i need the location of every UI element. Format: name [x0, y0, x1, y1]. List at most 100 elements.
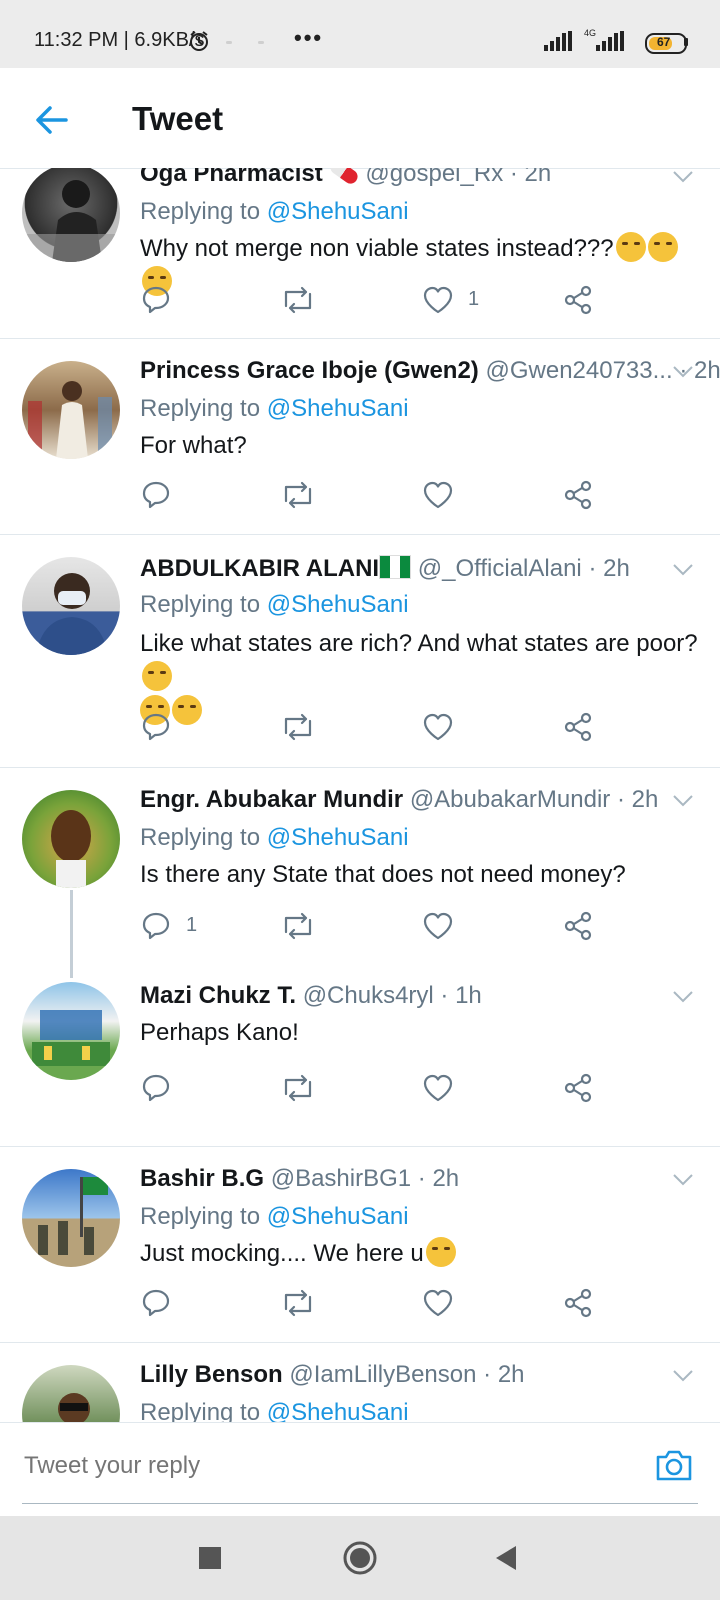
- avatar[interactable]: [22, 557, 120, 655]
- avatar[interactable]: [22, 168, 120, 262]
- reply-button[interactable]: [140, 284, 172, 318]
- replying-prefix: Replying to: [140, 824, 261, 851]
- author-handle: @_OfficialAlani: [417, 555, 582, 582]
- notification-dot-icon: [258, 41, 264, 44]
- square-icon: [199, 1547, 221, 1569]
- heart-icon: [423, 713, 453, 741]
- tweet-item[interactable]: Lilly Benson @IamLillyBenson · 2h Replyi…: [0, 1343, 720, 1422]
- author-name[interactable]: Princess Grace Iboje (Gwen2): [140, 357, 479, 384]
- back-button[interactable]: [30, 98, 74, 142]
- tweet-header: Engr. Abubakar Mundir @AbubakarMundir · …: [140, 786, 658, 814]
- network-type-label: 4G: [584, 28, 597, 38]
- chevron-down-icon[interactable]: [672, 170, 694, 184]
- avatar[interactable]: [22, 982, 120, 1080]
- retweet-button[interactable]: [280, 711, 316, 745]
- mention-link[interactable]: @ShehuSani: [267, 1203, 409, 1230]
- tweet-time: · 2h: [588, 555, 630, 582]
- like-button[interactable]: [422, 284, 454, 318]
- tweet-item[interactable]: Bashir B.G @BashirBG1 · 2h Replying to @…: [0, 1147, 720, 1343]
- reply-button[interactable]: [140, 1287, 172, 1321]
- back-nav-button[interactable]: [494, 1544, 518, 1577]
- author-handle: @IamLillyBenson: [289, 1361, 477, 1388]
- avatar[interactable]: [22, 361, 120, 459]
- reply-button[interactable]: [140, 910, 172, 944]
- reply-feed[interactable]: Oga Pharmacist @gospel_Rx · 2h Replying …: [0, 168, 720, 1422]
- author-name[interactable]: Mazi Chukz T.: [140, 982, 296, 1009]
- retweet-button[interactable]: [280, 479, 316, 513]
- share-button[interactable]: [562, 910, 594, 944]
- status-bar: 11:32 PM | 6.9KB/s ••• 4G 67: [0, 0, 720, 68]
- tweet-item[interactable]: Engr. Abubakar Mundir @AbubakarMundir · …: [0, 768, 720, 978]
- share-button[interactable]: [562, 1287, 594, 1321]
- tweet-text: For what?: [140, 432, 247, 459]
- author-handle: @Gwen240733...: [485, 357, 673, 384]
- share-button[interactable]: [562, 479, 594, 513]
- tweet-actions: 1: [140, 910, 660, 944]
- tweet-time: · 2h: [616, 786, 659, 813]
- retweet-button[interactable]: [280, 1072, 316, 1106]
- battery-cap: [684, 38, 688, 46]
- tweet-text: Is there any State that does not need mo…: [140, 861, 626, 888]
- camera-icon: [656, 1450, 692, 1481]
- retweet-button[interactable]: [280, 1287, 316, 1321]
- like-button[interactable]: [422, 479, 454, 513]
- replying-prefix: Replying to: [140, 198, 261, 225]
- tweet-text-block: For what?: [140, 429, 700, 463]
- tweet-item[interactable]: Princess Grace Iboje (Gwen2) @Gwen240733…: [0, 339, 720, 535]
- chevron-down-icon[interactable]: [672, 794, 694, 808]
- like-button[interactable]: [422, 1072, 454, 1106]
- home-button[interactable]: [342, 1540, 378, 1581]
- mention-link[interactable]: @ShehuSani: [267, 1399, 409, 1422]
- like-button[interactable]: [422, 910, 454, 944]
- mention-link[interactable]: @ShehuSani: [267, 824, 409, 851]
- mention-link[interactable]: @ShehuSani: [267, 198, 409, 225]
- reply-button[interactable]: [140, 1072, 172, 1106]
- tweet-item[interactable]: ABDULKABIR ALANI @_OfficialAlani · 2h Re…: [0, 535, 720, 768]
- tweet-header: Bashir B.G @BashirBG1 · 2h: [140, 1165, 459, 1193]
- input-underline: [22, 1503, 698, 1504]
- comment-icon: [142, 1074, 170, 1102]
- avatar[interactable]: [22, 1169, 120, 1267]
- share-button[interactable]: [562, 1072, 594, 1106]
- chevron-down-icon[interactable]: [672, 1369, 694, 1383]
- like-button[interactable]: [422, 711, 454, 745]
- share-button[interactable]: [562, 284, 594, 318]
- replying-to: Replying to @ShehuSani: [140, 395, 409, 423]
- mention-link[interactable]: @ShehuSani: [267, 395, 409, 422]
- tweet-time: · 1h: [440, 982, 482, 1009]
- share-button[interactable]: [562, 711, 594, 745]
- author-name[interactable]: Oga Pharmacist: [140, 168, 323, 187]
- chevron-down-icon[interactable]: [672, 365, 694, 379]
- author-name[interactable]: ABDULKABIR ALANI: [140, 555, 379, 582]
- chevron-down-icon[interactable]: [672, 990, 694, 1004]
- system-nav-bar: [0, 1516, 720, 1600]
- retweet-button[interactable]: [280, 910, 316, 944]
- author-name[interactable]: Lilly Benson: [140, 1361, 283, 1388]
- replying-to: Replying to @ShehuSani: [140, 824, 409, 852]
- author-name[interactable]: Bashir B.G: [140, 1165, 264, 1192]
- tweet-actions: [140, 1287, 660, 1321]
- reply-button[interactable]: [140, 479, 172, 513]
- reply-button[interactable]: [140, 711, 172, 745]
- mention-link[interactable]: @ShehuSani: [267, 591, 409, 618]
- signal-4g-icon: [596, 31, 624, 56]
- replying-prefix: Replying to: [140, 395, 261, 422]
- replying-prefix: Replying to: [140, 1203, 261, 1230]
- chevron-down-icon[interactable]: [672, 1173, 694, 1187]
- author-name[interactable]: Engr. Abubakar Mundir: [140, 786, 403, 813]
- chevron-down-icon[interactable]: [672, 563, 694, 577]
- retweet-button[interactable]: [280, 284, 316, 318]
- like-button[interactable]: [422, 1287, 454, 1321]
- recents-button[interactable]: [198, 1546, 222, 1575]
- avatar[interactable]: [22, 1365, 120, 1422]
- camera-button[interactable]: [654, 1447, 694, 1488]
- heart-icon: [423, 286, 453, 314]
- reply-input[interactable]: [22, 1445, 626, 1487]
- retweet-icon: [284, 713, 312, 741]
- tweet-text: Perhaps Kano!: [140, 1019, 299, 1046]
- tweet-header: ABDULKABIR ALANI @_OfficialAlani · 2h: [140, 555, 630, 583]
- tweet-item[interactable]: Oga Pharmacist @gospel_Rx · 2h Replying …: [0, 168, 720, 339]
- tweet-item[interactable]: Mazi Chukz T. @Chuks4ryl · 1h Perhaps Ka…: [0, 978, 720, 1147]
- comment-icon: [142, 1289, 170, 1317]
- avatar[interactable]: [22, 790, 120, 888]
